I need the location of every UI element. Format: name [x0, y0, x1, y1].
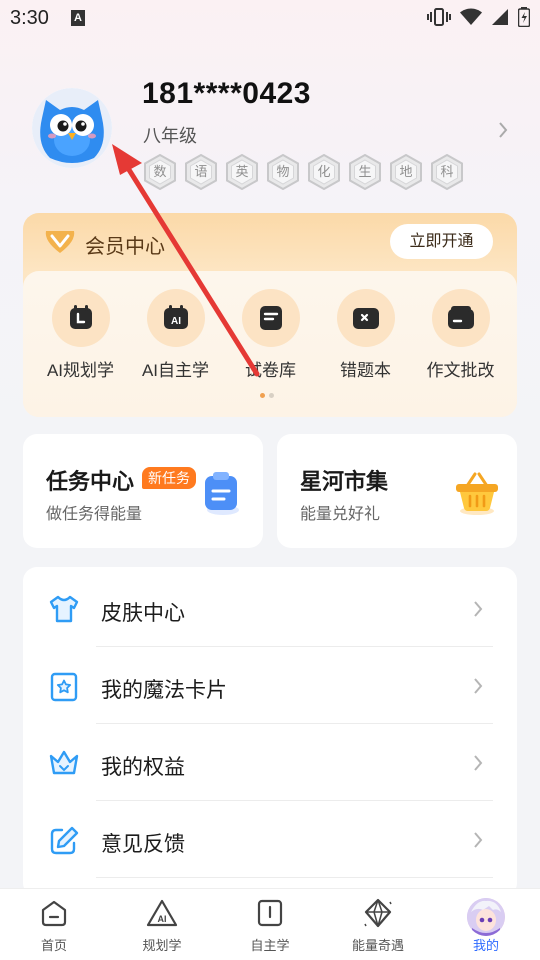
subject-badge: 物	[265, 154, 301, 190]
tool-mistake-book[interactable]: 错题本	[318, 289, 413, 381]
user-grade: 八年级	[143, 126, 197, 146]
essay-correction-icon	[431, 289, 490, 347]
subject-badge: 语	[183, 154, 219, 190]
status-bar: 3:30 A	[0, 0, 540, 36]
chevron-right-icon	[473, 600, 483, 623]
tool-essay-correction[interactable]: 作文批改	[413, 289, 508, 381]
subject-badge: 数	[142, 154, 178, 190]
member-tools-panel: AI规划学 AI AI自主学 试卷库 错题本 作文批改	[23, 271, 517, 417]
tool-label: 错题本	[340, 361, 391, 380]
nav-label: 规划学	[142, 938, 182, 953]
clipboard-icon	[201, 470, 241, 521]
profile-chevron-right-icon[interactable]	[498, 121, 508, 144]
member-tools: AI规划学 AI AI自主学 试卷库 错题本 作文批改	[23, 289, 517, 381]
tool-label: 试卷库	[245, 361, 296, 380]
tool-label: AI自主学	[141, 361, 210, 380]
planner-icon	[51, 289, 110, 347]
member-center-card: 会员中心 立即开通 AI规划学 AI AI自主学 试卷库 错题本 作文批改	[23, 213, 517, 417]
exam-library-icon	[241, 289, 300, 347]
tool-exam-library[interactable]: 试卷库	[223, 289, 318, 381]
menu-list: 皮肤中心 我的魔法卡片 我的权益 意见反馈	[23, 567, 517, 897]
new-task-badge: 新任务	[142, 467, 196, 489]
menu-label: 我的魔法卡片	[101, 679, 227, 702]
menu-label: 我的权益	[101, 756, 185, 779]
subject-badge: 生	[347, 154, 383, 190]
subject-badge: 英	[224, 154, 260, 190]
book-icon	[255, 898, 285, 933]
nav-label: 自主学	[250, 938, 290, 953]
subject-badge: 地	[388, 154, 424, 190]
bottom-nav: 首页 AI 规划学 自主学 能量奇遇 我的	[0, 888, 540, 960]
tool-label: 作文批改	[426, 361, 495, 380]
nav-label: 能量奇遇	[351, 938, 404, 953]
status-icons	[427, 7, 530, 27]
notification-a-icon: A	[71, 10, 85, 26]
crown-icon	[48, 748, 80, 783]
nav-label: 我的	[472, 938, 499, 953]
nav-plan-study[interactable]: AI 规划学	[108, 889, 216, 960]
chevron-right-icon	[473, 831, 483, 854]
subject-badges: 数 语 英 物 化 生 地 科	[142, 154, 465, 190]
status-time: 3:30	[10, 7, 49, 29]
member-center-header: 会员中心 立即开通	[23, 213, 517, 271]
member-v-icon	[43, 227, 77, 260]
tool-label: AI规划学	[46, 361, 115, 380]
home-icon	[39, 898, 69, 933]
ai-plan-icon: AI	[145, 898, 179, 933]
star-market-card[interactable]: 星河市集 能量兑好礼	[277, 434, 517, 548]
divider	[96, 877, 493, 878]
menu-item-magic-cards[interactable]: 我的魔法卡片	[23, 647, 517, 724]
menu-item-my-benefits[interactable]: 我的权益	[23, 724, 517, 801]
tool-ai-self-study[interactable]: AI AI自主学	[128, 289, 223, 381]
nav-mine[interactable]: 我的	[432, 889, 540, 960]
nav-self-study[interactable]: 自主学	[216, 889, 324, 960]
menu-label: 意见反馈	[101, 833, 185, 856]
battery-icon	[518, 7, 530, 27]
nav-energy-adventure[interactable]: 能量奇遇	[324, 889, 432, 960]
star-market-title: 星河市集	[300, 469, 389, 494]
page-dot	[260, 393, 265, 398]
svg-text:AI: AI	[171, 316, 181, 327]
chevron-right-icon	[473, 754, 483, 777]
vibrate-icon	[427, 7, 451, 27]
owl-avatar-icon	[32, 88, 112, 168]
edit-icon	[48, 825, 80, 862]
subject-badge: 化	[306, 154, 342, 190]
menu-item-feedback[interactable]: 意见反馈	[23, 801, 517, 878]
mistake-book-icon	[336, 289, 395, 347]
page-indicator	[260, 393, 274, 398]
star-market-subtitle: 能量兑好礼	[300, 506, 381, 523]
basket-icon	[453, 470, 501, 521]
task-center-subtitle: 做任务得能量	[46, 506, 143, 523]
signal-icon	[491, 8, 509, 26]
wifi-icon	[460, 8, 482, 26]
menu-item-skin-center[interactable]: 皮肤中心	[23, 570, 517, 647]
subject-badge: 科	[429, 154, 465, 190]
svg-text:AI: AI	[158, 914, 167, 924]
ai-study-icon: AI	[146, 289, 205, 347]
avatar-icon	[467, 898, 505, 936]
tool-ai-planner[interactable]: AI规划学	[33, 289, 128, 381]
user-phone: 181****0423	[142, 77, 311, 110]
avatar[interactable]	[32, 88, 112, 168]
page-dot	[269, 393, 274, 398]
tshirt-icon	[48, 594, 80, 629]
menu-label: 皮肤中心	[101, 602, 185, 625]
crystal-icon	[362, 898, 394, 935]
nav-home[interactable]: 首页	[0, 889, 108, 960]
task-center-title: 任务中心	[46, 469, 135, 494]
nav-label: 首页	[40, 938, 67, 953]
member-center-title: 会员中心	[85, 236, 165, 258]
chevron-right-icon	[473, 677, 483, 700]
star-card-icon	[48, 671, 80, 708]
task-center-card[interactable]: 任务中心 新任务 做任务得能量	[23, 434, 263, 548]
open-membership-button[interactable]: 立即开通	[390, 224, 493, 259]
